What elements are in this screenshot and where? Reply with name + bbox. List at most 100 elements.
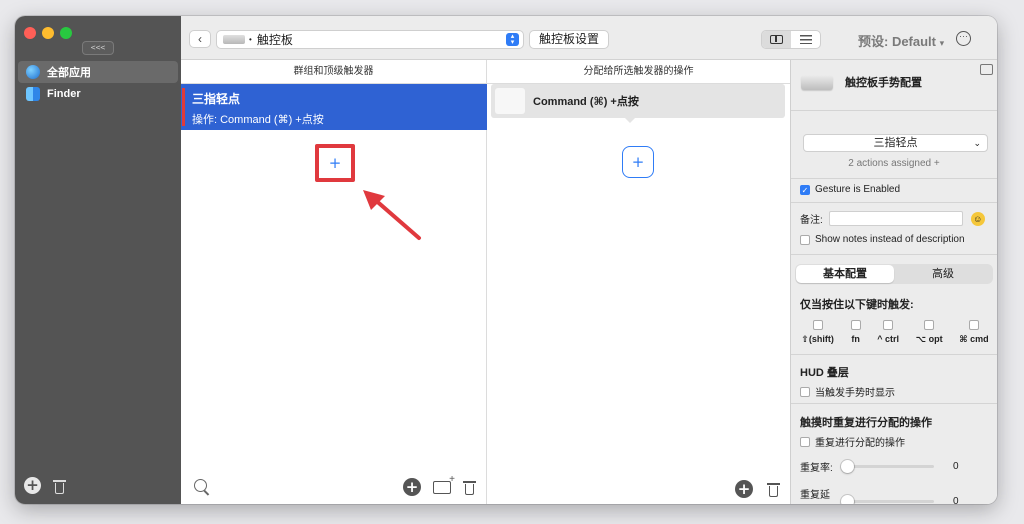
add-app-button[interactable]: + [24,477,41,494]
repeat-rate-row: 重复率: 0 [800,459,959,474]
trigger-type-value: 触控板 [256,33,293,47]
list-icon [799,35,812,44]
modifier-checkbox[interactable] [850,320,861,330]
triggers-column-header: 群组和顶级触发器 [181,60,486,84]
trackpad-icon [801,74,833,90]
repeat-rate-slider[interactable] [841,460,934,473]
tab-basic[interactable]: 基本配置 [796,265,894,283]
repeat-rate-value: 0 [953,461,959,472]
action-row[interactable]: Command (⌘) +点按 [491,84,785,118]
action-icon [495,88,525,114]
gesture-select[interactable]: 三指轻点 ⌄ [803,134,988,152]
sidebar-item-label: Finder [47,88,81,100]
divider [791,202,997,203]
inspector-header: 触控板手势配置 [801,74,922,90]
divider [791,254,997,255]
repeat-option-row[interactable]: 重复进行分配的操作 [800,434,905,449]
trigger-row-selected[interactable]: 三指轻点 操作: Command (⌘) +点按 [181,84,487,130]
add-trigger-bottom-button[interactable]: + [403,478,421,496]
close-window-button[interactable] [24,27,36,39]
more-options-button[interactable]: ··· [956,31,971,46]
modifier-label: ⇧(shift) [801,334,834,344]
collapse-sidebar-button[interactable]: <<< [82,41,114,55]
divider [791,354,997,355]
modifier-keys: ⇧(shift) fn ^ ctrl ⌥ opt ⌘ cmd [793,320,997,345]
column-view-button[interactable] [762,31,791,48]
gesture-enabled-row[interactable]: ✓ Gesture is Enabled [800,184,900,195]
emoji-picker-icon[interactable]: ☺ [970,211,985,226]
inspector-panel: 触控板手势配置 三指轻点 ⌄ 2 actions assigned + ✓ Ge… [791,60,997,504]
add-trigger-button[interactable]: + [315,144,355,182]
slider-knob[interactable] [841,460,854,473]
modifier-label: ⌘ cmd [959,334,989,344]
modifier-opt[interactable]: ⌥ opt [916,320,943,345]
modifier-checkbox[interactable] [883,320,894,330]
triggers-column: 群组和顶级触发器 三指轻点 操作: Command (⌘) +点按 + + [181,60,487,504]
delete-trigger-trash-icon[interactable] [463,479,476,495]
back-button[interactable]: ‹ [189,30,211,48]
annotation-arrow-icon [363,190,421,240]
modifier-ctrl[interactable]: ^ ctrl [877,320,899,345]
inspector-title: 触控板手势配置 [845,77,922,89]
minimize-window-button[interactable] [42,27,54,39]
modifier-checkbox[interactable] [968,320,979,330]
triggers-bottom-bar: + [181,474,486,498]
sidebar-item-finder[interactable]: Finder [18,83,178,105]
modifier-cmd[interactable]: ⌘ cmd [959,320,989,345]
add-action-bottom-button[interactable]: + [735,480,753,498]
add-action-button[interactable]: + [622,146,654,178]
select-stepper-icon: ▴ ▾ [506,33,519,46]
columns-icon [770,35,783,44]
gesture-enabled-label: Gesture is Enabled [815,184,901,195]
actions-bottom-bar: + [735,480,780,498]
tab-advanced[interactable]: 高级 [894,265,992,283]
divider [791,403,997,404]
repeat-checkbox[interactable] [800,436,810,447]
search-icon[interactable] [194,479,207,492]
bullet-icon: • [249,35,252,44]
hud-option-row[interactable]: 当触发手势时显示 [800,384,895,399]
plus-icon: + [328,154,342,172]
modifier-section-title: 仅当按住以下键时触发: [800,299,914,311]
view-mode-segmented-control[interactable] [761,30,821,49]
delete-action-trash-icon[interactable] [767,481,780,497]
show-notes-checkbox[interactable] [800,234,810,245]
action-label: Command (⌘) +点按 [533,96,639,108]
show-notes-label: Show notes instead of description [815,234,965,245]
modifier-fn[interactable]: fn [850,320,861,345]
hud-section-title: HUD 叠层 [800,367,849,379]
trackpad-settings-button[interactable]: 触控板设置 [529,30,610,49]
plus-icon: + [631,153,645,171]
modifier-shift[interactable]: ⇧(shift) [801,320,834,345]
trackpad-icon [223,35,245,44]
window-layout-icon[interactable] [980,64,993,75]
actions-assigned-link[interactable]: 2 actions assigned + [791,158,997,169]
new-folder-icon[interactable] [433,474,455,494]
slider-knob[interactable] [841,494,854,504]
repeat-delay-slider[interactable] [841,494,934,504]
modifier-label: ⌥ opt [915,334,943,344]
modifier-checkbox[interactable] [924,320,935,330]
trigger-type-select[interactable]: • 触控板 ▴ ▾ [216,30,524,49]
modifier-label: fn [851,334,860,344]
modifier-checkbox[interactable] [812,320,823,330]
repeat-option-label: 重复进行分配的操作 [815,438,905,449]
hud-checkbox[interactable] [800,386,810,397]
delete-app-trash-icon[interactable] [53,478,66,494]
show-notes-row[interactable]: Show notes instead of description [800,234,965,245]
gesture-select-value: 三指轻点 [873,137,918,149]
notes-input[interactable] [828,211,963,226]
sidebar-item-label: 全部应用 [47,67,91,79]
sidebar-bottom-bar: + [24,477,66,494]
sidebar-item-all-apps[interactable]: 全部应用 [18,61,178,83]
gesture-enabled-checkbox[interactable]: ✓ [800,184,810,195]
list-view-button[interactable] [791,31,820,48]
sidebar: <<< 全部应用 Finder + [15,16,181,504]
preset-dropdown[interactable]: 预设: Default ▾ [858,31,944,50]
trigger-title: 三指轻点 [192,92,241,106]
app-window: <<< 全部应用 Finder + ‹ • 触控板 ▴ ▾ 触控板设置 预设: D… [15,16,997,504]
action-pointer [624,117,636,123]
repeat-section-title: 触摸时重复进行分配的操作 [800,417,932,429]
zoom-window-button[interactable] [60,27,72,39]
notes-label: 备注: [800,215,823,226]
